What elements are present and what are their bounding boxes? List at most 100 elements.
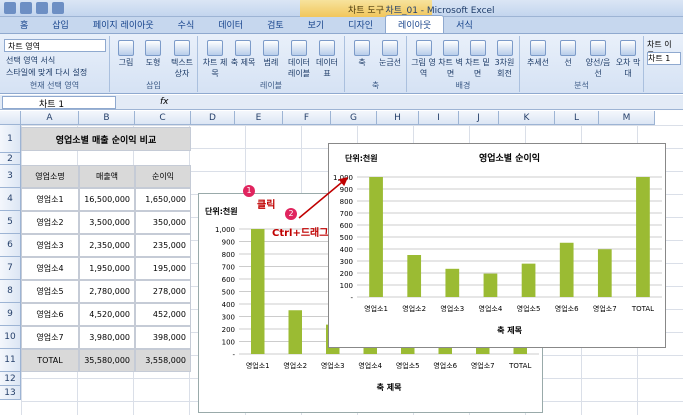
grp-bg-button-3[interactable]: 3차원 회전 (492, 40, 517, 79)
table-cell[interactable]: 영업소7 (21, 326, 79, 349)
table-cell[interactable]: 3,980,000 (79, 326, 135, 349)
table-cell[interactable]: 영업소3 (21, 234, 79, 257)
grp-labels-button-2[interactable]: 범례 (258, 40, 284, 68)
column-header-K[interactable]: K (499, 111, 555, 125)
row-header-3[interactable]: 3 (0, 165, 21, 188)
column-header-J[interactable]: J (459, 111, 499, 125)
bar-영업소1[interactable] (251, 229, 265, 354)
grp-an-button-0[interactable]: 추세선 (524, 40, 552, 68)
bar-영업소6[interactable] (559, 242, 574, 297)
table-cell[interactable]: 영업소2 (21, 211, 79, 234)
table-total-cell[interactable]: 3,558,000 (135, 349, 191, 372)
column-header-B[interactable]: B (79, 111, 135, 125)
reset-to-match-style-button[interactable]: 스타일에 맞게 다시 설정 (6, 67, 87, 78)
column-header-I[interactable]: I (419, 111, 459, 125)
table-cell[interactable]: 영업소4 (21, 257, 79, 280)
insert-textbox-button[interactable]: 텍스트 상자 (168, 40, 196, 79)
table-cell[interactable]: 영업소6 (21, 303, 79, 326)
bar-영업소1[interactable] (369, 177, 383, 297)
bar-영업소7[interactable] (597, 249, 612, 297)
row-header-4[interactable]: 4 (0, 188, 21, 211)
table-cell[interactable]: 235,000 (135, 234, 191, 257)
column-header-D[interactable]: D (191, 111, 235, 125)
x-axis-title[interactable]: 축 제목 (497, 325, 523, 335)
tab-5[interactable]: 검토 (255, 16, 296, 33)
row-header-10[interactable]: 10 (0, 326, 21, 349)
save-icon[interactable] (20, 2, 32, 14)
table-cell[interactable]: 278,000 (135, 280, 191, 303)
table-total-cell[interactable]: 35,580,000 (79, 349, 135, 372)
table-header[interactable]: 매출액 (79, 165, 135, 188)
grp-labels-button-0[interactable]: 차트 제목 (202, 40, 228, 79)
tab-2[interactable]: 페이지 레이아웃 (81, 16, 166, 33)
row-header-6[interactable]: 6 (0, 234, 21, 257)
grp-axes-button-0[interactable]: 축 (349, 40, 375, 68)
grp-bg-button-0[interactable]: 그림 영역 (411, 40, 436, 79)
table-cell[interactable]: 2,780,000 (79, 280, 135, 303)
table-cell[interactable]: 398,000 (135, 326, 191, 349)
grp-an-button-1[interactable]: 선 (554, 40, 582, 68)
column-header-L[interactable]: L (555, 111, 599, 125)
chart-name-input[interactable]: 차트 1 (647, 52, 681, 65)
table-total-cell[interactable]: TOTAL (21, 349, 79, 372)
name-box[interactable]: 차트 1 (2, 96, 116, 110)
select-all-corner[interactable] (0, 111, 21, 125)
row-header-2[interactable]: 2 (0, 153, 21, 165)
row-header-9[interactable]: 9 (0, 303, 21, 326)
table-cell[interactable]: 452,000 (135, 303, 191, 326)
undo-icon[interactable] (36, 2, 48, 14)
grp-labels-button-4[interactable]: 데이터 표 (314, 40, 340, 79)
column-header-F[interactable]: F (283, 111, 331, 125)
bar-영업소4[interactable] (483, 273, 498, 297)
row-header-8[interactable]: 8 (0, 280, 21, 303)
table-cell[interactable]: 3,500,000 (79, 211, 135, 234)
tab-0[interactable]: 홈 (8, 16, 40, 33)
grp-axes-button-1[interactable]: 눈금선 (377, 40, 403, 68)
table-header[interactable]: 순이익 (135, 165, 191, 188)
tab-6[interactable]: 보기 (296, 16, 337, 33)
x-axis-title[interactable]: 축 제목 (377, 382, 403, 392)
row-header-13[interactable]: 13 (0, 386, 21, 400)
row-header-11[interactable]: 11 (0, 349, 21, 372)
row-header-1[interactable]: 1 (0, 125, 21, 153)
grp-bg-button-1[interactable]: 차트 벽면 (438, 40, 463, 79)
column-header-H[interactable]: H (377, 111, 419, 125)
insert-shapes-button[interactable]: 도형 (141, 40, 165, 68)
tab-7[interactable]: 디자인 (336, 16, 385, 33)
table-cell[interactable]: 영업소1 (21, 188, 79, 211)
table-cell[interactable]: 195,000 (135, 257, 191, 280)
tab-9[interactable]: 서식 (444, 16, 485, 33)
table-cell[interactable]: 1,650,000 (135, 188, 191, 211)
grp-bg-button-2[interactable]: 차트 밑면 (465, 40, 490, 79)
column-header-G[interactable]: G (331, 111, 377, 125)
table-cell[interactable]: 영업소5 (21, 280, 79, 303)
insert-picture-button[interactable]: 그림 (114, 40, 138, 68)
table-title[interactable]: 영업소별 매출 순이익 비교 (21, 127, 191, 151)
row-header-12[interactable]: 12 (0, 372, 21, 386)
bar-TOTAL[interactable] (636, 177, 650, 297)
tab-4[interactable]: 데이터 (206, 16, 255, 33)
table-cell[interactable]: 1,950,000 (79, 257, 135, 280)
table-cell[interactable]: 16,500,000 (79, 188, 135, 211)
fx-icon[interactable]: fx (160, 97, 169, 107)
bar-영업소2[interactable] (407, 255, 422, 297)
column-header-E[interactable]: E (235, 111, 283, 125)
grp-labels-button-3[interactable]: 데이터 레이블 (286, 40, 312, 79)
table-cell[interactable]: 350,000 (135, 211, 191, 234)
table-cell[interactable]: 4,520,000 (79, 303, 135, 326)
bar-영업소2[interactable] (288, 310, 303, 354)
table-header[interactable]: 영업소명 (21, 165, 79, 188)
grp-an-button-3[interactable]: 오차 막대 (614, 40, 642, 79)
chart-elements-dropdown[interactable]: 차트 영역 (4, 39, 106, 52)
column-header-M[interactable]: M (599, 111, 655, 125)
chart-copy[interactable]: 단위:천원 영업소별 순이익 1,000 900 800 700 600 500 400 300 2… (328, 143, 666, 348)
table-cell[interactable]: 2,350,000 (79, 234, 135, 257)
column-header-A[interactable]: A (21, 111, 79, 125)
office-button-icon[interactable] (4, 2, 16, 14)
tab-8[interactable]: 레이아웃 (385, 15, 445, 33)
redo-icon[interactable] (52, 2, 64, 14)
row-header-5[interactable]: 5 (0, 211, 21, 234)
grp-an-button-2[interactable]: 양선/음선 (584, 40, 612, 79)
tab-3[interactable]: 수식 (166, 16, 207, 33)
row-header-7[interactable]: 7 (0, 257, 21, 280)
